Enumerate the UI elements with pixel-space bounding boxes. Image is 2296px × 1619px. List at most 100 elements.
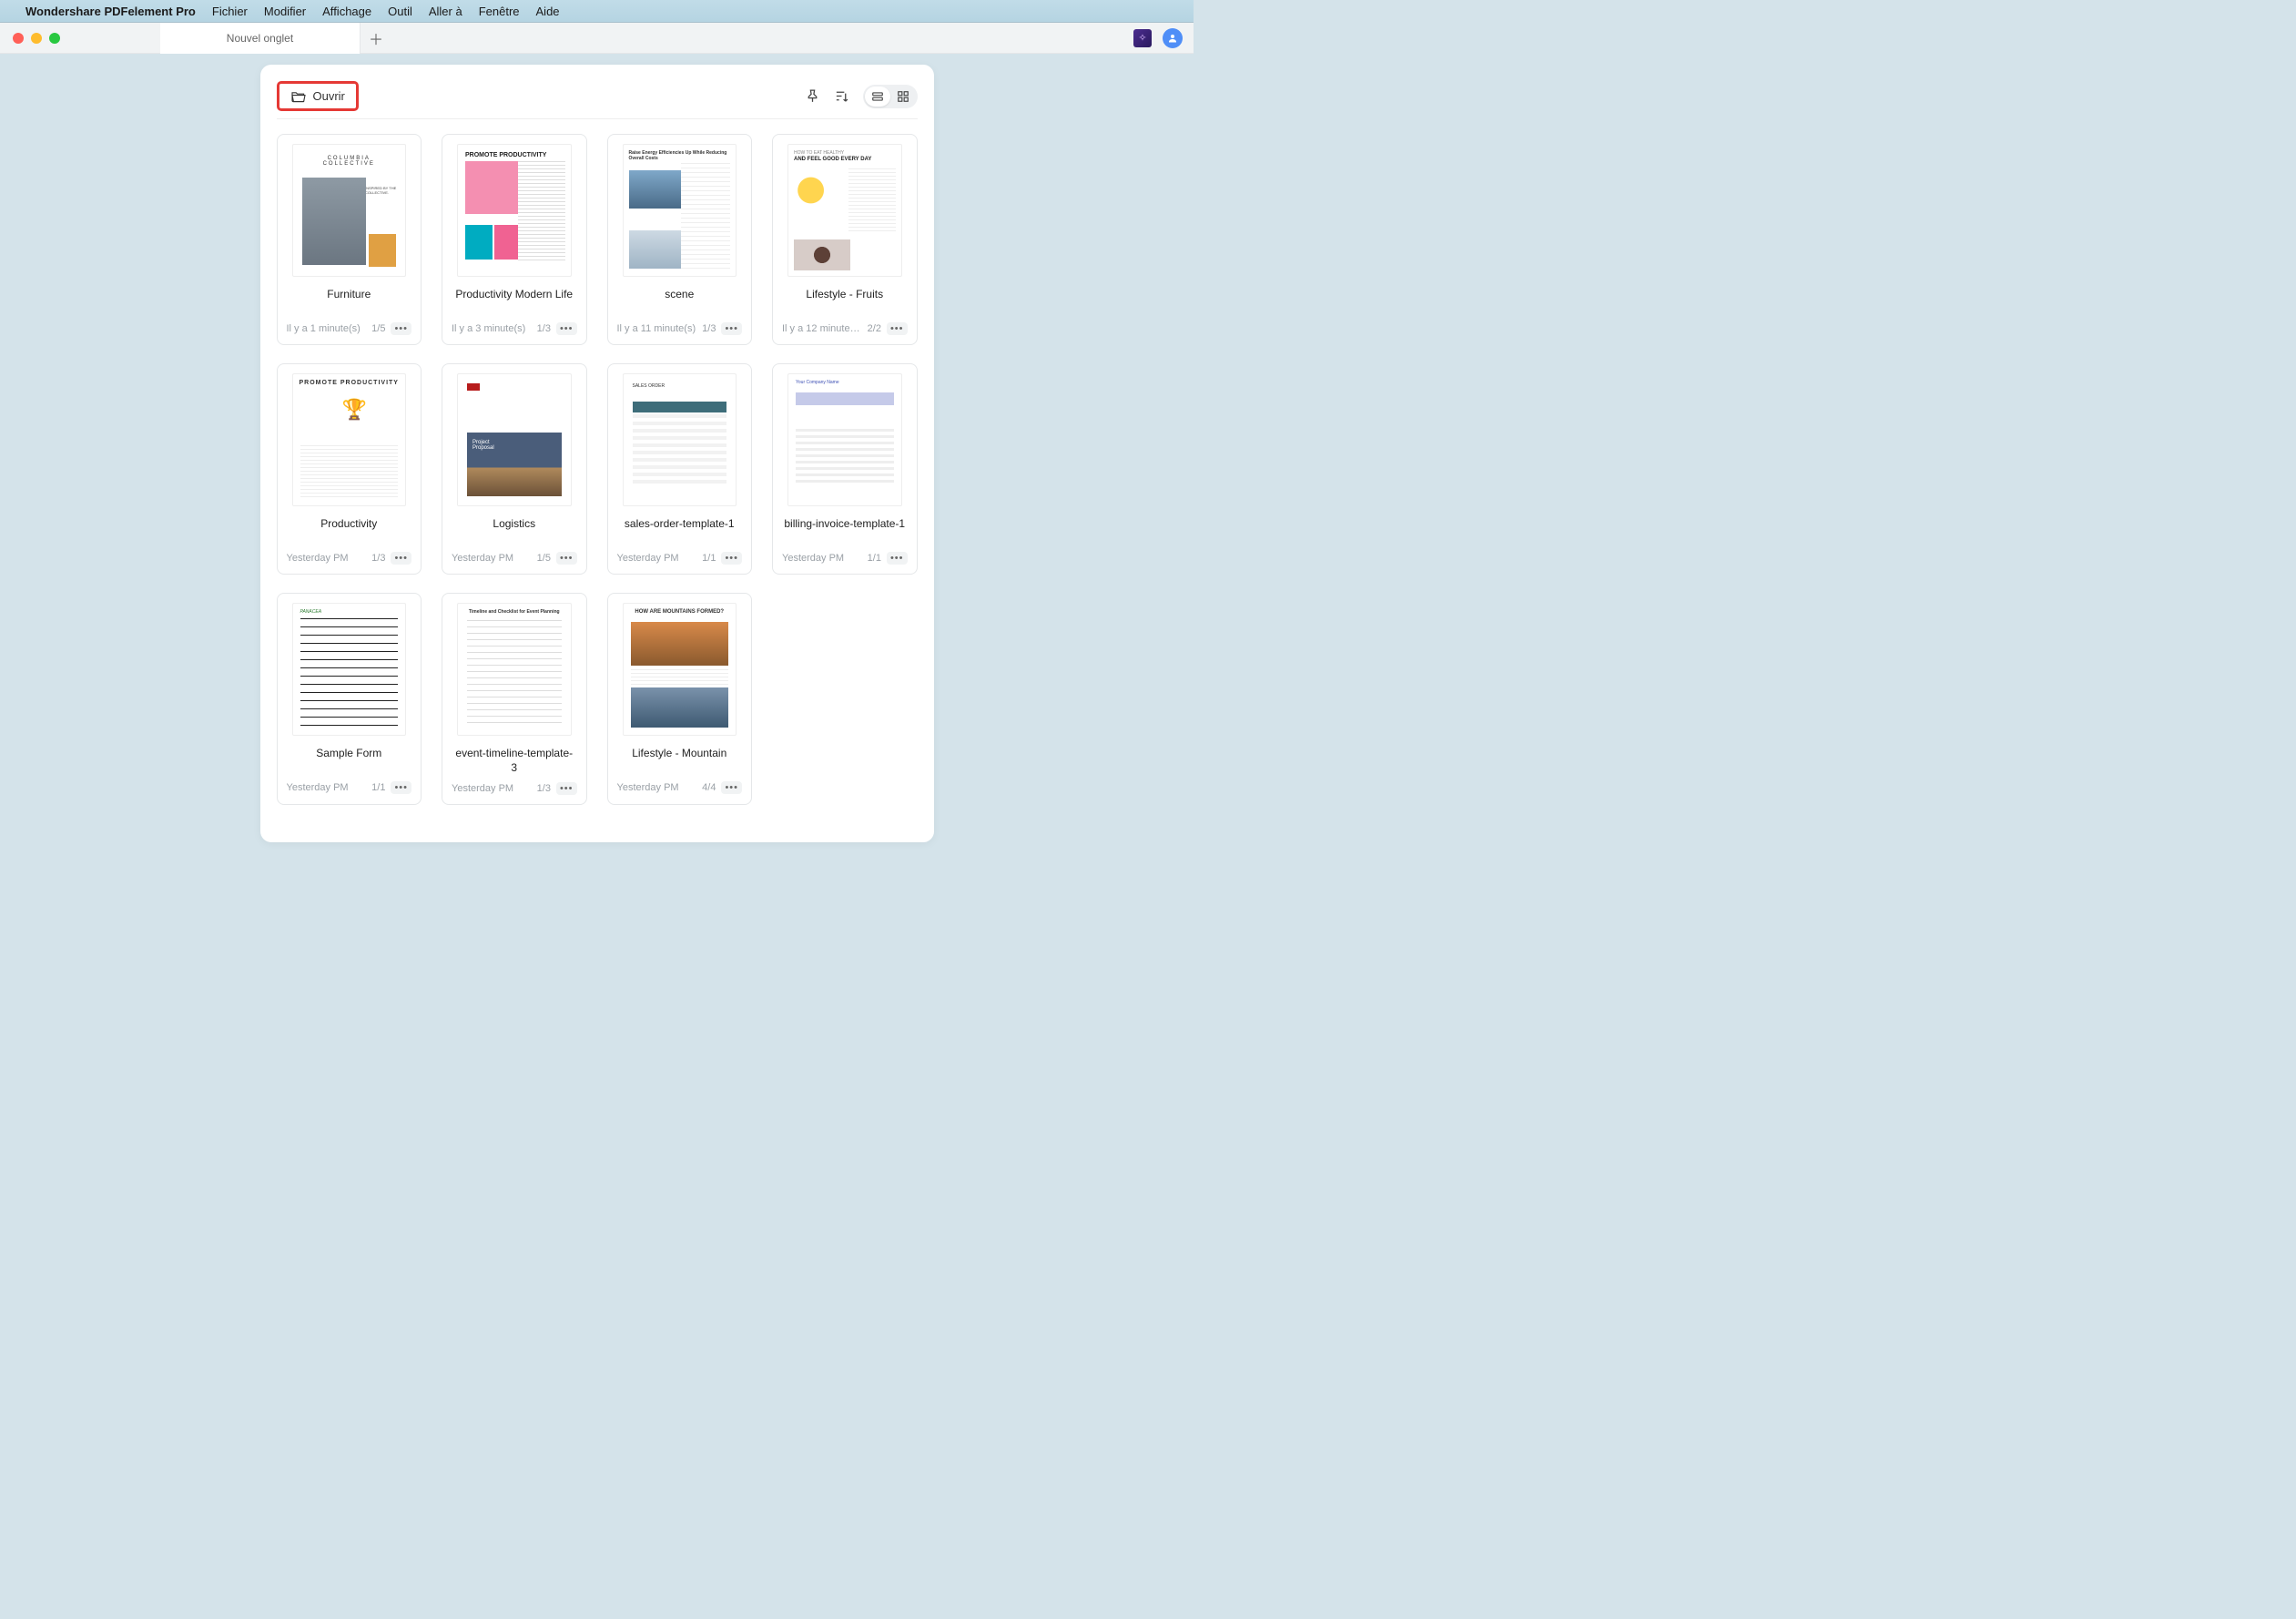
panel-header: Ouvrir: [277, 74, 918, 119]
ai-assistant-icon[interactable]: [1133, 29, 1152, 47]
macos-menubar: Wondershare PDFelement Pro Fichier Modif…: [0, 0, 1194, 22]
document-meta: Yesterday PM 1/5 •••: [450, 552, 579, 565]
document-more-button[interactable]: •••: [721, 552, 742, 565]
documents-grid: INSPIRED BY THE COLLECTIVE.FurnitureIl y…: [277, 134, 918, 805]
document-meta: Yesterday PM 1/3 •••: [450, 782, 579, 795]
document-pages: 4/4: [702, 782, 716, 793]
document-meta: Yesterday PM 1/1 •••: [285, 781, 414, 794]
document-time: Yesterday PM: [452, 783, 532, 794]
document-card[interactable]: Logistics Yesterday PM 1/5 •••: [442, 363, 587, 575]
tab-bar: Nouvel onglet ＋: [160, 23, 391, 54]
document-title: Productivity Modern Life: [450, 288, 579, 315]
tab-label: Nouvel onglet: [227, 32, 293, 45]
panel-header-tools: [805, 85, 918, 108]
document-more-button[interactable]: •••: [391, 781, 411, 794]
document-meta: Il y a 3 minute(s) 1/3 •••: [450, 322, 579, 335]
document-title: scene: [615, 288, 745, 315]
menu-fenetre[interactable]: Fenêtre: [479, 5, 520, 18]
sort-icon[interactable]: [834, 88, 850, 105]
document-title: Sample Form: [285, 747, 414, 774]
document-card[interactable]: PROMOTE PRODUCTIVITYProductivity Modern …: [442, 134, 587, 345]
workspace: Ouvrir: [0, 54, 1194, 842]
document-meta: Yesterday PM 1/1 •••: [615, 552, 745, 565]
menu-aller-a[interactable]: Aller à: [429, 5, 462, 18]
document-time: Il y a 12 minute…: [782, 323, 862, 334]
document-time: Yesterday PM: [287, 553, 367, 564]
menu-aide[interactable]: Aide: [536, 5, 560, 18]
new-tab-button[interactable]: ＋: [361, 23, 391, 54]
document-card[interactable]: HOW TO EAT HEALTHYAND FEEL GOOD EVERY DA…: [772, 134, 918, 345]
document-pages: 1/3: [537, 323, 551, 334]
menu-fichier[interactable]: Fichier: [212, 5, 248, 18]
app-name-menu[interactable]: Wondershare PDFelement Pro: [25, 5, 196, 18]
document-title: Furniture: [285, 288, 414, 315]
open-button-label: Ouvrir: [313, 89, 345, 103]
document-card[interactable]: HOW ARE MOUNTAINS FORMED?Lifestyle - Mou…: [607, 593, 753, 805]
list-view-button[interactable]: [865, 87, 890, 107]
document-pages: 1/1: [371, 782, 385, 793]
grid-view-button[interactable]: [890, 87, 916, 107]
document-meta: Yesterday PM 1/3 •••: [285, 552, 414, 565]
document-meta: Il y a 12 minute… 2/2 •••: [780, 322, 909, 335]
document-card[interactable]: Timeline and Checklist for Event Plannin…: [442, 593, 587, 805]
window-close-button[interactable]: [13, 33, 24, 44]
document-time: Il y a 1 minute(s): [287, 323, 367, 334]
document-meta: Yesterday PM 1/1 •••: [780, 552, 909, 565]
document-time: Il y a 3 minute(s): [452, 323, 532, 334]
document-card[interactable]: Raise Energy Efficiencies Up While Reduc…: [607, 134, 753, 345]
document-time: Yesterday PM: [452, 553, 532, 564]
document-more-button[interactable]: •••: [556, 782, 577, 795]
tab-new[interactable]: Nouvel onglet: [160, 23, 361, 54]
pin-icon[interactable]: [805, 88, 821, 105]
menu-outil[interactable]: Outil: [388, 5, 412, 18]
window-minimize-button[interactable]: [31, 33, 42, 44]
document-more-button[interactable]: •••: [391, 552, 411, 565]
document-pages: 1/3: [702, 323, 716, 334]
app-window: Nouvel onglet ＋ Ouvrir: [0, 22, 1194, 842]
document-title: sales-order-template-1: [615, 517, 745, 545]
document-time: Yesterday PM: [617, 782, 697, 793]
document-meta: Il y a 11 minute(s) 1/3 •••: [615, 322, 745, 335]
document-more-button[interactable]: •••: [556, 552, 577, 565]
document-title: Logistics: [450, 517, 579, 545]
document-more-button[interactable]: •••: [391, 322, 411, 335]
document-time: Il y a 11 minute(s): [617, 323, 697, 334]
document-pages: 1/5: [371, 323, 385, 334]
document-more-button[interactable]: •••: [721, 322, 742, 335]
window-header: Nouvel onglet ＋: [0, 23, 1194, 54]
document-pages: 1/1: [702, 553, 716, 564]
document-title: Productivity: [285, 517, 414, 545]
recent-files-panel: Ouvrir: [260, 65, 934, 842]
menu-affichage[interactable]: Affichage: [322, 5, 371, 18]
document-card[interactable]: Your Company Namebilling-invoice-templat…: [772, 363, 918, 575]
traffic-lights: [0, 33, 60, 44]
document-pages: 2/2: [868, 323, 881, 334]
document-time: Yesterday PM: [617, 553, 697, 564]
document-card[interactable]: PANACEASample FormYesterday PM1/1•••: [277, 593, 422, 805]
document-card[interactable]: PROMOTE PRODUCTIVITYProductivityYesterda…: [277, 363, 422, 575]
document-title: Lifestyle - Fruits: [780, 288, 909, 315]
window-zoom-button[interactable]: [49, 33, 60, 44]
document-title: event-timeline-template-3: [450, 747, 579, 775]
folder-open-icon: [290, 90, 307, 103]
document-card[interactable]: SALES ORDERsales-order-template-1Yesterd…: [607, 363, 753, 575]
document-time: Yesterday PM: [782, 553, 862, 564]
document-pages: 1/5: [537, 553, 551, 564]
document-card[interactable]: INSPIRED BY THE COLLECTIVE.FurnitureIl y…: [277, 134, 422, 345]
document-pages: 1/1: [868, 553, 881, 564]
document-time: Yesterday PM: [287, 782, 367, 793]
document-meta: Il y a 1 minute(s) 1/5 •••: [285, 322, 414, 335]
document-pages: 1/3: [537, 783, 551, 794]
view-toggle: [863, 85, 918, 108]
document-meta: Yesterday PM 4/4 •••: [615, 781, 745, 794]
document-title: Lifestyle - Mountain: [615, 747, 745, 774]
document-more-button[interactable]: •••: [887, 322, 908, 335]
menu-modifier[interactable]: Modifier: [264, 5, 306, 18]
open-file-button[interactable]: Ouvrir: [277, 81, 359, 111]
document-more-button[interactable]: •••: [556, 322, 577, 335]
user-account-icon[interactable]: [1163, 28, 1183, 48]
document-pages: 1/3: [371, 553, 385, 564]
document-more-button[interactable]: •••: [887, 552, 908, 565]
document-title: billing-invoice-template-1: [780, 517, 909, 545]
document-more-button[interactable]: •••: [721, 781, 742, 794]
